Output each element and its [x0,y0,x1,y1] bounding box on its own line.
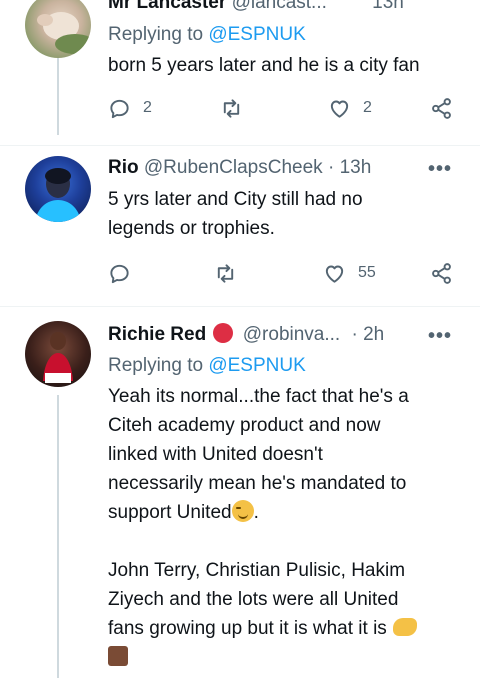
emoji-line [108,643,470,672]
tweet-text: 5 yrs later and City still had no legend… [108,189,363,239]
user-handle[interactable]: @lancast... [232,0,327,13]
share-icon [432,262,451,284]
tweet-2[interactable]: Rio @RubenClapsCheek · 13h 5 yrs later a… [0,146,480,306]
tweet-paragraph-text: John Terry, Christian Pulisic, Hakim Ziy… [108,560,406,639]
reply-button[interactable]: 2 [108,95,152,121]
reply-icon [110,264,129,283]
separator-dot: · [327,157,335,178]
mention-link[interactable]: @ESPNUK [208,24,305,45]
timestamp[interactable]: 13h [372,0,404,13]
tweet-1[interactable]: Mr Lancaster @lancast... 13h Replying to… [0,0,480,150]
user-handle[interactable]: @robinva... [243,324,340,345]
tweet-paragraph: Yeah its normal...the fact that he's a C… [108,382,470,527]
reply-button[interactable] [108,260,131,286]
separator-dot: · [351,324,358,345]
user-handle[interactable]: @RubenClapsCheek [144,157,323,178]
tweet-paragraph: John Terry, Christian Pulisic, Hakim Ziy… [108,556,470,643]
replying-to: Replying to @ESPNUK [108,21,470,49]
more-options-icon[interactable]: ••• [428,325,452,348]
heart-icon [330,100,349,118]
handshake-emoji-icon [392,618,417,636]
avatar-image [35,168,81,222]
retweet-icon [217,263,234,283]
display-name[interactable]: Mr Lancaster [108,0,226,13]
replying-to-label: Replying to [108,355,204,376]
like-button[interactable]: 55 [323,260,376,286]
tweet-3[interactable]: Richie Red @robinva... · 2h Replying to … [0,307,480,678]
display-name[interactable]: Rio [108,157,139,178]
avatar[interactable] [25,156,91,222]
replying-to-label: Replying to [108,24,204,45]
avatar-image [43,332,73,383]
like-count: 2 [363,99,372,116]
avatar[interactable] [25,321,91,387]
replying-to: Replying to @ESPNUK [108,352,470,380]
share-button[interactable] [430,260,453,286]
timestamp[interactable]: 2h [363,324,384,345]
timestamp[interactable]: 13h [340,157,372,178]
more-options-icon[interactable]: ••• [428,158,452,181]
brown-square-emoji-icon [108,646,128,666]
tweet-header: Mr Lancaster @lancast... 13h [108,0,470,15]
reply-icon [110,99,129,118]
reply-count: 2 [143,99,152,116]
tweet-paragraph-end: . [253,502,259,523]
smirk-emoji-icon [231,500,254,522]
retweet-button[interactable] [214,260,237,286]
mention-link[interactable]: @ESPNUK [208,355,305,376]
share-icon [432,97,451,119]
tweet-actions: 2 2 [108,95,463,121]
retweet-icon [223,98,240,118]
tweet-actions: 55 [108,260,463,286]
tweet-header: Rio @RubenClapsCheek · 13h [108,155,470,180]
retweet-button[interactable] [220,95,243,121]
like-count: 55 [358,264,376,281]
avatar-image [37,12,91,54]
share-button[interactable] [430,95,453,121]
tweet-text: Yeah its normal...the fact that he's a C… [108,382,470,672]
heart-icon [325,265,344,283]
tweet-text: born 5 years later and he is a city fan [108,55,420,76]
tweet-header: Richie Red @robinva... · 2h [108,322,470,347]
avatar[interactable] [25,0,91,58]
display-name[interactable]: Richie Red [108,324,206,345]
red-circle-emoji-icon [213,323,234,343]
like-button[interactable]: 2 [328,95,372,121]
